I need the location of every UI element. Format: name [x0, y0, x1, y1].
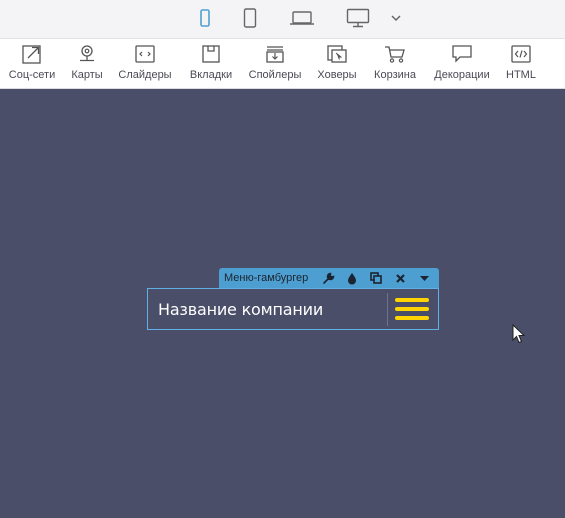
toolbar-item-decorations[interactable]: Декорации: [430, 39, 494, 88]
desktop-icon[interactable]: [345, 7, 371, 29]
mobile-icon[interactable]: [196, 7, 214, 29]
block-toolbar: Меню-гамбургер: [219, 268, 439, 288]
hover-icon: [326, 43, 348, 65]
laptop-icon[interactable]: [288, 7, 316, 29]
mouse-cursor-icon: [512, 323, 526, 349]
toolbar-item-maps[interactable]: Карты: [66, 39, 108, 88]
cart-icon: [383, 43, 407, 65]
spoiler-icon: [264, 43, 286, 65]
toolbar-item-tabs[interactable]: Вкладки: [184, 39, 238, 88]
toolbar-item-label: Вкладки: [189, 69, 233, 81]
tabs-icon: [200, 43, 222, 65]
drop-icon[interactable]: [340, 268, 364, 288]
device-bar: [0, 0, 565, 39]
map-pin-icon: [77, 43, 97, 65]
toolbar-item-label: Соц-сети: [8, 69, 56, 81]
block-title: Меню-гамбургер: [224, 272, 309, 284]
toolbar-item-label: Слайдеры: [118, 69, 172, 81]
hamburger-menu-block[interactable]: Название компании: [147, 288, 439, 330]
slider-icon: [134, 43, 156, 65]
tablet-icon[interactable]: [240, 7, 260, 29]
toolbar-item-cart[interactable]: Корзина: [369, 39, 421, 88]
toolbar-item-label: HTML: [506, 69, 536, 81]
toolbar-item-label: Корзина: [374, 69, 416, 81]
toolbar-item-label: Декорации: [434, 69, 490, 81]
toolbar-item-sliders[interactable]: Слайдеры: [114, 39, 176, 88]
company-name[interactable]: Название компании: [158, 300, 323, 319]
code-icon: [510, 43, 532, 65]
share-icon: [21, 43, 43, 65]
divider: [387, 293, 388, 326]
speech-bubble-icon: [451, 43, 473, 65]
widget-toolbar: Соц-сети Карты Слайдеры Вкладки Спойлеры…: [0, 39, 565, 89]
hamburger-icon[interactable]: [395, 298, 429, 322]
close-icon[interactable]: [388, 268, 412, 288]
toolbar-item-label: Ховеры: [317, 69, 357, 81]
toolbar-item-html[interactable]: HTML: [502, 39, 540, 88]
toolbar-item-spoilers[interactable]: Спойлеры: [245, 39, 305, 88]
toolbar-item-hovers[interactable]: Ховеры: [312, 39, 362, 88]
toolbar-item-social[interactable]: Соц-сети: [4, 39, 60, 88]
wrench-icon[interactable]: [316, 268, 340, 288]
caret-down-icon[interactable]: [412, 268, 436, 288]
toolbar-item-label: Карты: [71, 69, 103, 81]
duplicate-icon[interactable]: [364, 268, 388, 288]
chevron-down-icon[interactable]: [388, 7, 404, 29]
toolbar-item-label: Спойлеры: [248, 69, 302, 81]
